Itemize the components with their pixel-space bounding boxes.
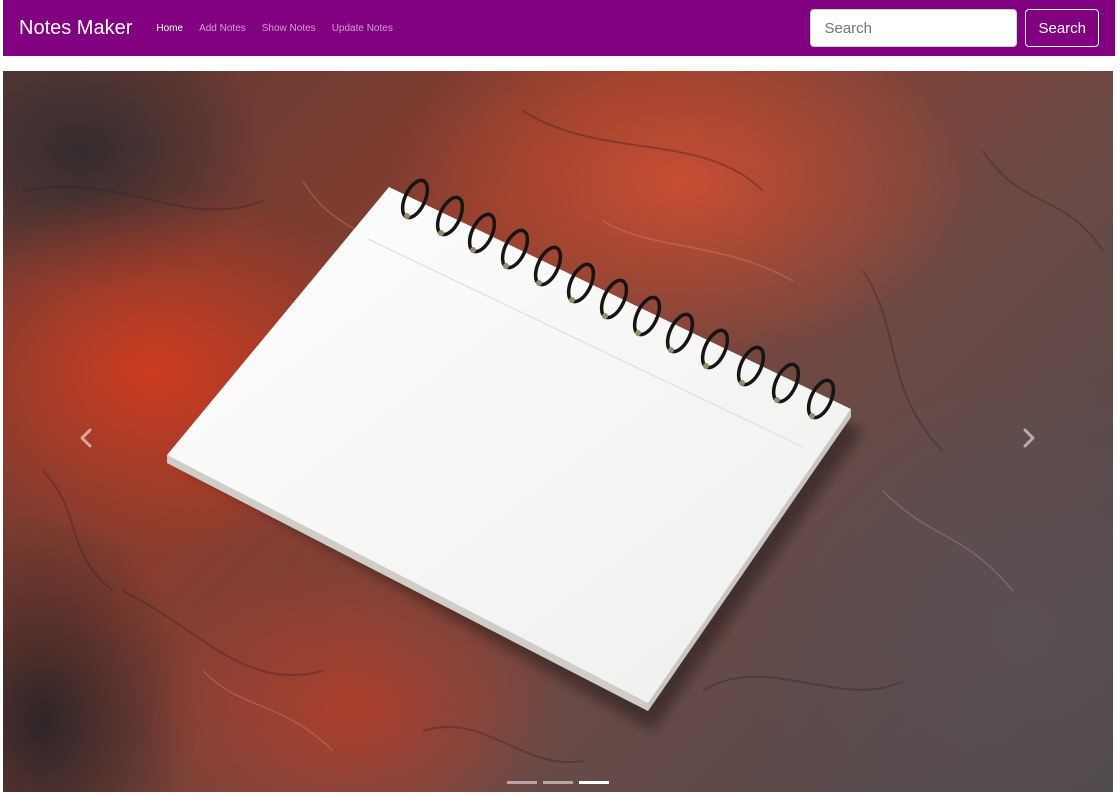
nav-link-home[interactable]: Home: [156, 23, 183, 34]
carousel-indicators: [3, 781, 1113, 784]
chevron-left-icon: [80, 428, 92, 448]
carousel-indicator-3[interactable]: [579, 781, 609, 784]
carousel-prev-button[interactable]: [74, 426, 98, 450]
nav-link-update-notes[interactable]: Update Notes: [332, 23, 393, 34]
image-carousel: [3, 71, 1113, 792]
brand-logo[interactable]: Notes Maker: [19, 17, 132, 40]
search-form: Search: [810, 9, 1099, 47]
notepad: [167, 178, 851, 711]
notepad-slide-image: [22, 110, 1104, 764]
nav-link-add-notes[interactable]: Add Notes: [199, 23, 246, 34]
nav-link-show-notes[interactable]: Show Notes: [262, 23, 316, 34]
chevron-right-icon: [1023, 428, 1035, 448]
carousel-next-button[interactable]: [1017, 426, 1041, 450]
nav-links: Home Add Notes Show Notes Update Notes: [156, 23, 392, 34]
carousel-indicator-2[interactable]: [543, 781, 573, 784]
search-button[interactable]: Search: [1025, 9, 1099, 47]
navbar: Notes Maker Home Add Notes Show Notes Up…: [3, 0, 1115, 56]
search-input[interactable]: [810, 9, 1018, 47]
carousel-indicator-1[interactable]: [507, 781, 537, 784]
